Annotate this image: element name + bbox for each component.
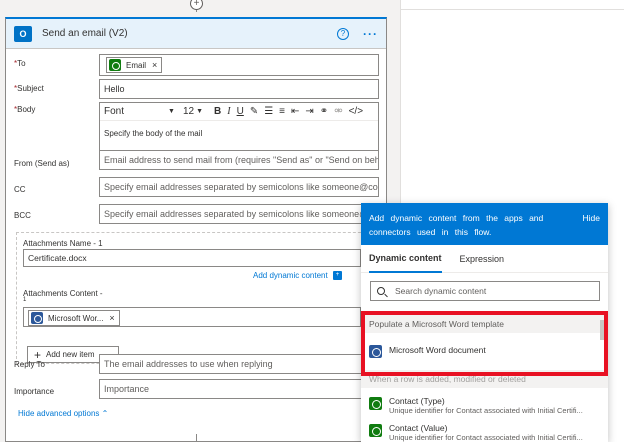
panel-header: Add dynamic content from the apps and co… (361, 203, 608, 245)
to-row: *To (14, 55, 100, 68)
italic-icon[interactable]: I (227, 106, 230, 117)
body-label: *Body (14, 105, 36, 114)
attachment-name-label: Attachments Name - 1 (23, 239, 103, 248)
word-icon (31, 312, 43, 324)
subject-input[interactable]: Hello (99, 79, 379, 99)
tab-dynamic-content[interactable]: Dynamic content (369, 245, 442, 273)
code-view-icon[interactable]: </> (349, 106, 363, 117)
remove-token-icon[interactable]: × (152, 60, 157, 70)
numbered-list-icon[interactable]: ☰ (264, 106, 273, 117)
more-options-icon[interactable]: ··· (363, 27, 378, 41)
to-label: *To (14, 59, 26, 68)
remove-word-token-icon[interactable]: × (109, 313, 114, 323)
search-dynamic-content-input[interactable]: Search dynamic content (370, 281, 600, 301)
bullet-list-icon[interactable]: ≡ (279, 106, 285, 117)
body-toolbar: Font ▼ 12 ▼ B I U ✎ ☰ ≡ ⇤ ⇥ ⚭ ⚮ </> (100, 103, 378, 121)
font-dropdown-icon[interactable]: ▼ (168, 108, 175, 115)
tab-expression[interactable]: Expression (460, 246, 505, 272)
search-icon (377, 287, 385, 295)
help-icon[interactable]: ? (337, 27, 349, 40)
attachment-name-input[interactable]: Certificate.docx (23, 249, 361, 267)
dataverse-icon (369, 424, 382, 437)
card-title[interactable]: Send an email (V2) (42, 28, 337, 39)
email-token-label: Email (126, 60, 147, 70)
size-select[interactable]: 12 (183, 106, 194, 117)
importance-row: Importance (14, 383, 100, 396)
item-description: Unique identifier for Contact associated… (389, 406, 583, 415)
from-input[interactable]: Email address to send mail from (require… (99, 150, 379, 170)
email-token[interactable]: Email × (106, 57, 163, 73)
attachment-content-index: 1 (23, 297, 27, 303)
body-row: *Body (14, 103, 100, 114)
reply-to-input[interactable]: The email addresses to use when replying (99, 354, 379, 374)
size-dropdown-icon[interactable]: ▼ (196, 108, 203, 115)
bcc-row: BCC (14, 207, 100, 220)
item-title: Contact (Type) (389, 396, 445, 406)
word-document-token[interactable]: Microsoft Wor... × (28, 310, 120, 326)
chevron-up-icon: ⌃ (101, 409, 109, 418)
indent-icon[interactable]: ⇥ (305, 106, 313, 117)
attachments-section: Attachments Name - 1 Certificate.docx Ad… (16, 232, 376, 364)
add-dynamic-content-icon[interactable]: + (333, 271, 342, 280)
bold-icon[interactable]: B (214, 106, 221, 117)
cc-input[interactable]: Specify email addresses separated by sem… (99, 177, 379, 197)
importance-select[interactable]: Importance (99, 379, 379, 399)
hide-advanced-options-link[interactable]: Hide advanced options ⌃ (18, 409, 108, 418)
underline-icon[interactable]: U (237, 106, 244, 117)
body-placeholder: Specify the body of the mail (104, 129, 203, 138)
word-token-label: Microsoft Wor... (48, 313, 104, 323)
dataverse-icon (369, 397, 382, 410)
hide-panel-button[interactable]: Hide (583, 211, 600, 237)
from-row: From (Send as) (14, 155, 100, 168)
font-select[interactable]: Font (104, 106, 168, 117)
attachment-content-label: Attachments Content - (23, 289, 103, 298)
canvas-stub (401, 0, 624, 10)
cc-row: CC (14, 181, 100, 194)
reply-row: Reply To (14, 356, 100, 369)
add-dynamic-content-link[interactable]: Add dynamic content (253, 271, 328, 280)
dataverse-icon (109, 59, 121, 71)
insert-step-icon[interactable]: + (190, 0, 203, 10)
link-icon[interactable]: ⚭ (320, 106, 328, 117)
reply-label: Reply To (14, 360, 45, 369)
from-label: From (Send as) (14, 159, 70, 168)
item-contact-type[interactable]: Contact (Type) Unique identifier for Con… (369, 396, 599, 415)
subject-row: *Subject (14, 80, 100, 93)
panel-header-text: Add dynamic content from the apps and co… (369, 213, 544, 237)
color-icon[interactable]: ✎ (250, 106, 258, 117)
cc-label: CC (14, 185, 26, 194)
importance-label: Importance (14, 387, 55, 396)
card-header[interactable]: O Send an email (V2) ? ··· (6, 19, 386, 49)
search-placeholder: Search dynamic content (395, 286, 487, 296)
bottom-connector-line (196, 434, 197, 442)
subject-label: *Subject (14, 84, 44, 93)
outdent-icon[interactable]: ⇤ (291, 106, 299, 117)
item-contact-value[interactable]: Contact (Value) Unique identifier for Co… (369, 423, 599, 442)
bcc-input[interactable]: Specify email addresses separated by sem… (99, 204, 379, 224)
attachment-content-input[interactable]: Microsoft Wor... × (23, 307, 361, 327)
outlook-icon: O (14, 25, 32, 42)
highlight-box (361, 311, 608, 376)
to-field[interactable]: Email × (99, 54, 379, 76)
send-email-card: O Send an email (V2) ? ··· *To Email × *… (5, 17, 387, 442)
panel-tabs: Dynamic content Expression (361, 245, 608, 273)
item-title: Contact (Value) (389, 423, 448, 433)
item-description: Unique identifier for Contact associated… (389, 433, 583, 442)
unlink-icon[interactable]: ⚮ (334, 106, 342, 117)
bcc-label: BCC (14, 211, 31, 220)
